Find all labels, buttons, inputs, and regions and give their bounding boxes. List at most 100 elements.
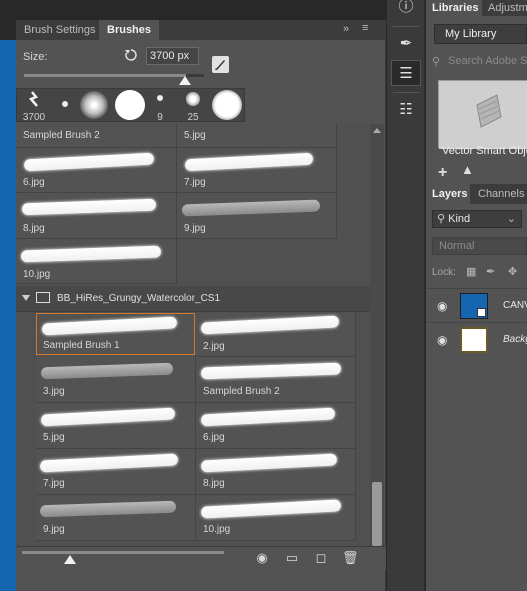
brush-list: Sampled Brush 2 5.jpg 6.jpg 7.jpg 8.jpg … bbox=[16, 124, 370, 564]
visibility-toggle-icon[interactable]: ◉ bbox=[254, 550, 270, 566]
brush-item-label: Sampled Brush 2 bbox=[23, 130, 100, 141]
upload-icon[interactable]: ▲ bbox=[461, 162, 474, 177]
tab-adjustments[interactable]: Adjustm bbox=[482, 0, 527, 16]
brush-icon[interactable]: ✒ bbox=[391, 31, 421, 57]
layer-kind-filter[interactable]: ⚲ Kind ⌄ bbox=[432, 210, 522, 228]
library-search-input[interactable]: Search Adobe S bbox=[448, 52, 527, 70]
brush-item[interactable]: 10.jpg bbox=[16, 239, 177, 284]
brush-item[interactable]: 6.jpg bbox=[16, 148, 177, 193]
brush-item[interactable]: 5.jpg bbox=[36, 403, 196, 449]
brush-item[interactable]: 9.jpg bbox=[36, 495, 196, 541]
brush-stroke-preview bbox=[20, 245, 162, 263]
brush-item-selected[interactable]: Sampled Brush 1 bbox=[36, 313, 195, 355]
layer-name: Backg bbox=[503, 334, 527, 345]
brush-item-label: 10.jpg bbox=[203, 524, 231, 535]
lock-position-icon[interactable]: ✥ bbox=[508, 265, 517, 278]
brush-stroke-preview bbox=[21, 198, 157, 216]
brush-item[interactable]: 8.jpg bbox=[196, 449, 356, 495]
size-slider-thumb[interactable] bbox=[179, 76, 191, 85]
brush-stroke-preview bbox=[200, 453, 338, 473]
brush-stroke-preview bbox=[39, 453, 179, 473]
canvas-area[interactable] bbox=[0, 40, 16, 591]
recent-tip-4[interactable] bbox=[113, 89, 147, 123]
tab-brush-settings[interactable]: Brush Settings bbox=[16, 20, 104, 40]
brush-item-label: 7.jpg bbox=[184, 177, 206, 188]
brush-item-label: 5.jpg bbox=[43, 432, 65, 443]
recent-tip-label: 9 bbox=[157, 112, 163, 123]
asset-preview-image bbox=[439, 81, 527, 149]
layers-tabbar: Layers Channels bbox=[426, 184, 527, 204]
library-asset-label: Vector Smart Obje bbox=[442, 145, 527, 157]
lock-label: Lock: bbox=[432, 267, 456, 278]
scrollbar-thumb[interactable] bbox=[372, 482, 382, 546]
recent-tip-1[interactable]: 3700 bbox=[19, 89, 49, 123]
brush-item[interactable]: 10.jpg bbox=[196, 495, 356, 541]
brush-item[interactable]: Sampled Brush 2 bbox=[196, 357, 356, 403]
brush-item[interactable]: 3.jpg bbox=[36, 357, 196, 403]
layer-name: CANV bbox=[503, 300, 527, 311]
layer-row[interactable]: ◉ Backg bbox=[426, 322, 527, 356]
recent-tip-label: 3700 bbox=[22, 112, 46, 123]
tab-libraries[interactable]: Libraries bbox=[426, 0, 482, 16]
brush-item-label: 8.jpg bbox=[203, 478, 225, 489]
eye-icon[interactable]: ◉ bbox=[437, 299, 447, 313]
size-input[interactable]: 3700 px bbox=[146, 47, 199, 65]
reset-size-icon[interactable] bbox=[123, 47, 139, 63]
tip-stroke-icon bbox=[28, 91, 39, 107]
chevron-down-icon[interactable] bbox=[22, 295, 30, 301]
brush-item[interactable]: 5.jpg bbox=[177, 124, 337, 148]
layer-thumbnail bbox=[460, 327, 488, 353]
brushes-panel: Brush Settings Brushes » ≡ Size: 3700 px… bbox=[16, 20, 386, 591]
preview-size-slider[interactable] bbox=[22, 551, 224, 554]
brushes-panel-tabbar: Brush Settings Brushes » ≡ bbox=[16, 20, 386, 40]
brush-settings-icon[interactable]: ☰ bbox=[391, 60, 421, 86]
brush-item[interactable]: 2.jpg bbox=[196, 313, 356, 357]
brush-stroke-preview bbox=[200, 362, 342, 380]
info-icon[interactable]: ⓘ bbox=[391, 0, 421, 20]
brush-item[interactable]: 7.jpg bbox=[36, 449, 196, 495]
clone-source-icon[interactable]: ☷ bbox=[391, 97, 421, 123]
recent-tip-6[interactable]: 25 bbox=[177, 89, 209, 123]
folder-icon bbox=[36, 292, 50, 303]
recent-tip-5[interactable]: 9 bbox=[149, 89, 171, 123]
brush-item-label: 10.jpg bbox=[23, 269, 51, 280]
scroll-up-icon[interactable] bbox=[373, 128, 381, 133]
library-asset-thumbnail[interactable] bbox=[438, 80, 527, 149]
preview-size-slider-thumb[interactable] bbox=[64, 555, 76, 564]
brush-item[interactable]: Sampled Brush 2 bbox=[16, 124, 177, 148]
brush-item-label: 9.jpg bbox=[43, 524, 65, 535]
tab-channels[interactable]: Channels bbox=[472, 184, 527, 204]
recent-tip-3[interactable] bbox=[77, 89, 111, 123]
tab-layers[interactable]: Layers bbox=[426, 184, 470, 204]
brush-stroke-preview bbox=[184, 152, 314, 172]
layer-row[interactable]: ◉ CANV bbox=[426, 288, 527, 322]
new-brush-icon[interactable]: ◻ bbox=[313, 550, 329, 566]
library-select[interactable]: My Library bbox=[434, 24, 527, 44]
recent-tip-7[interactable] bbox=[210, 89, 244, 123]
tab-brushes[interactable]: Brushes bbox=[99, 20, 160, 40]
trash-icon[interactable]: 🗑 bbox=[342, 550, 359, 566]
lock-transparent-pixels-icon[interactable]: ▦ bbox=[466, 265, 476, 278]
brush-item-label: Sampled Brush 2 bbox=[203, 386, 280, 397]
blend-mode-select[interactable]: Normal bbox=[432, 237, 527, 255]
brush-item[interactable]: 6.jpg bbox=[196, 403, 356, 449]
collapse-icon[interactable]: » bbox=[343, 23, 349, 35]
panel-menu-icon[interactable]: ≡ bbox=[362, 22, 368, 34]
brush-item-label: 7.jpg bbox=[43, 478, 65, 489]
layer-kind-filter-label: Kind bbox=[448, 213, 471, 225]
brush-group-header[interactable]: BB_HiRes_Grungy_Watercolor_CS1 bbox=[16, 286, 370, 312]
brush-item-label: 3.jpg bbox=[43, 386, 65, 397]
brush-item[interactable]: 9.jpg bbox=[177, 193, 337, 239]
brush-item[interactable]: 8.jpg bbox=[16, 193, 177, 239]
lock-image-pixels-icon[interactable]: ✒ bbox=[486, 265, 495, 278]
brush-edit-icon[interactable] bbox=[212, 56, 229, 73]
eye-icon[interactable]: ◉ bbox=[437, 333, 447, 347]
smart-object-badge-icon bbox=[477, 308, 486, 317]
new-group-folder-icon[interactable]: ▭ bbox=[284, 550, 300, 566]
brush-item[interactable]: 7.jpg bbox=[177, 148, 337, 193]
recent-tip-label: 25 bbox=[187, 112, 199, 123]
add-asset-icon[interactable]: + bbox=[438, 164, 447, 182]
recent-brush-tips: 3700 9 25 bbox=[16, 88, 245, 123]
recent-tip-2[interactable] bbox=[55, 89, 75, 123]
brush-stroke-preview bbox=[41, 316, 178, 336]
